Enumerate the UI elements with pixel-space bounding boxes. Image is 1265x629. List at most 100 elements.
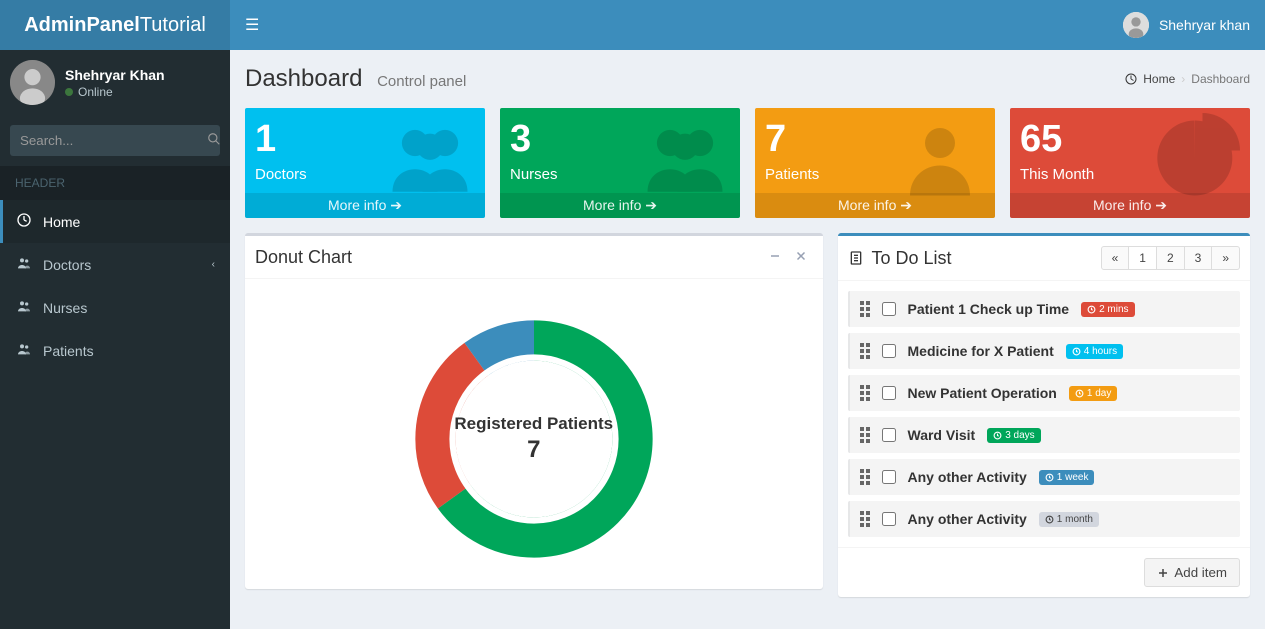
search-input[interactable]: [10, 125, 207, 156]
donut-title: Donut Chart: [255, 247, 352, 268]
page-«[interactable]: «: [1101, 246, 1130, 270]
sidebar-item-label: Nurses: [43, 300, 87, 316]
todo-item: Any other Activity 1 week: [848, 459, 1241, 495]
sidebar-user-panel: Shehryar Khan Online: [0, 50, 230, 115]
sidebar-username: Shehryar Khan: [65, 67, 165, 83]
sidebar-item-label: Home: [43, 214, 80, 230]
sidebar-item-nurses[interactable]: Nurses: [0, 286, 230, 329]
donut-center-label: Registered Patients: [454, 414, 613, 434]
brand-logo[interactable]: AdminPanelTutorial: [0, 0, 230, 50]
chevron-left-icon: ‹: [212, 259, 215, 270]
drag-handle-icon[interactable]: [860, 427, 870, 443]
sidebar-item-label: Patients: [43, 343, 94, 359]
todo-item: New Patient Operation 1 day: [848, 375, 1241, 411]
clock-icon: [993, 431, 1002, 440]
drag-handle-icon[interactable]: [860, 385, 870, 401]
users-icon: [385, 113, 475, 206]
sidebar: AdminPanelTutorial Shehryar Khan Online …: [0, 0, 230, 629]
time-badge: 3 days: [987, 428, 1040, 443]
close-icon: [795, 250, 807, 262]
time-badge: 4 hours: [1066, 344, 1123, 359]
drag-handle-icon[interactable]: [860, 343, 870, 359]
todo-checkbox[interactable]: [882, 512, 896, 526]
online-dot-icon: [65, 88, 73, 96]
todo-text: New Patient Operation: [908, 385, 1057, 401]
sidebar-search: [0, 115, 230, 166]
stat-box-doctors: 1DoctorsMore info ➔: [245, 108, 485, 218]
donut-chart-box: Donut Chart Registered Patients: [245, 233, 823, 589]
clock-icon: [1087, 305, 1096, 314]
todo-checkbox[interactable]: [882, 386, 896, 400]
todo-text: Medicine for X Patient: [908, 343, 1054, 359]
clipboard-icon: [848, 250, 864, 266]
time-badge: 1 week: [1039, 470, 1095, 485]
sidebar-user-status: Online: [65, 85, 165, 99]
content-header: Dashboard Control panel Home › Dashboard: [230, 50, 1265, 93]
page-2[interactable]: 2: [1157, 246, 1185, 270]
person-icon: [895, 113, 985, 206]
page-title: Dashboard Control panel: [245, 65, 466, 93]
brand-light: Tutorial: [140, 14, 206, 36]
sidebar-section-header: HEADER: [0, 166, 230, 200]
todo-text: Any other Activity: [908, 511, 1027, 527]
todo-title: To Do List: [848, 248, 952, 269]
sidebar-item-patients[interactable]: Patients: [0, 329, 230, 372]
drag-handle-icon[interactable]: [860, 301, 870, 317]
topbar: ☰ Shehryar khan: [230, 0, 1265, 50]
add-item-button[interactable]: Add item: [1144, 558, 1240, 587]
close-button[interactable]: [789, 246, 813, 268]
collapse-button[interactable]: [763, 246, 787, 268]
sidebar-item-doctors[interactable]: Doctors ‹: [0, 243, 230, 286]
clock-icon: [1072, 347, 1081, 356]
todo-item: Medicine for X Patient 4 hours: [848, 333, 1241, 369]
todo-item: Any other Activity 1 month: [848, 501, 1241, 537]
dashboard-icon: [15, 212, 33, 231]
users-icon: [15, 298, 33, 317]
search-button[interactable]: [207, 125, 220, 156]
drag-handle-icon[interactable]: [860, 469, 870, 485]
todo-text: Ward Visit: [908, 427, 976, 443]
page-1[interactable]: 1: [1129, 246, 1157, 270]
drag-handle-icon[interactable]: [860, 511, 870, 527]
page-3[interactable]: 3: [1185, 246, 1213, 270]
page-»[interactable]: »: [1212, 246, 1240, 270]
users-icon: [15, 341, 33, 360]
todo-checkbox[interactable]: [882, 428, 896, 442]
sidebar-menu: Home Doctors ‹ Nurses Patients: [0, 200, 230, 372]
clock-icon: [1045, 473, 1054, 482]
users-icon: [640, 113, 730, 206]
todo-text: Patient 1 Check up Time: [908, 301, 1070, 317]
breadcrumb-home[interactable]: Home: [1143, 72, 1175, 86]
todo-checkbox[interactable]: [882, 470, 896, 484]
brand-bold: AdminPanel: [24, 14, 140, 36]
sidebar-item-home[interactable]: Home: [0, 200, 230, 243]
todo-text: Any other Activity: [908, 469, 1027, 485]
time-badge: 1 month: [1039, 512, 1099, 527]
topbar-avatar[interactable]: [1123, 12, 1149, 38]
clock-icon: [1075, 389, 1084, 398]
todo-item: Ward Visit 3 days: [848, 417, 1241, 453]
donut-chart: Registered Patients 7: [404, 309, 664, 569]
sidebar-item-label: Doctors: [43, 257, 91, 273]
time-badge: 1 day: [1069, 386, 1117, 401]
avatar: [10, 60, 55, 105]
topbar-username[interactable]: Shehryar khan: [1159, 17, 1250, 33]
breadcrumb-current: Dashboard: [1191, 72, 1250, 86]
todo-pagination: «123»: [1101, 246, 1240, 270]
users-icon: [15, 255, 33, 274]
menu-toggle-icon[interactable]: ☰: [245, 15, 259, 35]
todo-checkbox[interactable]: [882, 302, 896, 316]
todo-checkbox[interactable]: [882, 344, 896, 358]
stat-box-patients: 7PatientsMore info ➔: [755, 108, 995, 218]
todo-item: Patient 1 Check up Time 2 mins: [848, 291, 1241, 327]
clock-icon: [1045, 515, 1054, 524]
stat-box-nurses: 3NursesMore info ➔: [500, 108, 740, 218]
pie-icon: [1150, 113, 1240, 206]
time-badge: 2 mins: [1081, 302, 1134, 317]
todo-list: Patient 1 Check up Time 2 mins Medicine f…: [848, 291, 1241, 537]
stats-row: 1DoctorsMore info ➔3NursesMore info ➔7Pa…: [245, 108, 1250, 218]
todo-box: To Do List «123» Patient 1 Check up Time…: [838, 233, 1251, 597]
search-icon: [207, 132, 220, 146]
breadcrumb: Home › Dashboard: [1125, 72, 1250, 86]
page-subtitle: Control panel: [377, 73, 466, 90]
